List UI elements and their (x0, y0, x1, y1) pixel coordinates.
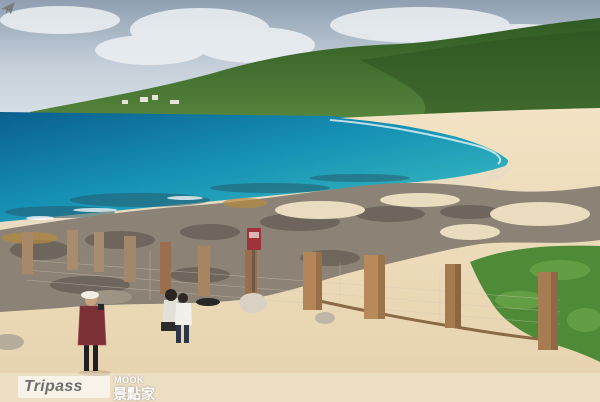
fence-post (160, 242, 171, 294)
airplane-icon (1, 2, 15, 14)
dog-or-bag (196, 298, 220, 306)
landscape-photo (0, 0, 600, 402)
sign-post (252, 248, 255, 292)
fence-post (198, 246, 210, 296)
jingdian-logo-text: 景點家 (113, 387, 155, 402)
warning-sign (247, 228, 261, 250)
fence-post (124, 236, 136, 282)
photo-scene: Tripass MOOK 景點家 (0, 0, 600, 402)
fence-post (245, 250, 257, 294)
warning-sign-text-area (249, 232, 259, 238)
fence-post (94, 232, 104, 272)
tripass-logo-text: Tripass (24, 378, 83, 395)
fence-post (67, 230, 78, 270)
fence-post (22, 232, 33, 274)
